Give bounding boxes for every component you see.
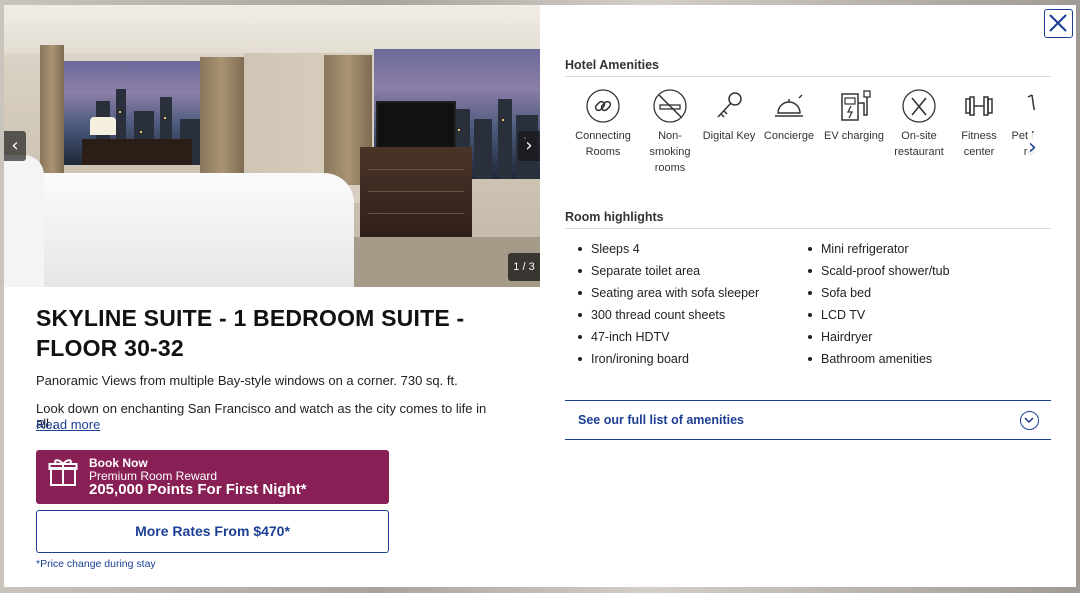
amenity-label: On-site restaurant [894, 130, 944, 158]
price-change-note: *Price change during stay [36, 558, 156, 570]
utensils-icon [902, 89, 936, 123]
amenity-label: EV charging [824, 130, 884, 142]
list-item: Bathroom amenities [806, 351, 950, 373]
list-item: LCD TV [806, 307, 950, 329]
photo-prev-button[interactable]: ‹ [4, 131, 26, 161]
amenity-label: Connecting Rooms [575, 130, 631, 158]
list-item: Separate toilet area [576, 263, 759, 285]
chevron-right-icon: › [1028, 135, 1037, 160]
amenity-label: Concierge [763, 130, 815, 142]
room-subtitle: Panoramic Views from multiple Bay-style … [36, 373, 458, 388]
list-item: 47-inch HDTV [576, 329, 759, 351]
reward-points-label: 205,000 Points For First Night* [89, 481, 307, 498]
dumbbell-icon [965, 96, 993, 116]
full-amenities-toggle[interactable]: See our full list of amenities [565, 400, 1051, 440]
list-item: Mini refrigerator [806, 241, 950, 263]
key-icon [717, 92, 742, 118]
amenity-restaurant: On-site restaurant [888, 89, 950, 160]
room-title: SKYLINE SUITE - 1 BEDROOM SUITE - FLOOR … [36, 305, 465, 361]
book-now-label: Book Now [89, 456, 148, 470]
close-button[interactable] [1044, 9, 1073, 38]
ev-charger-icon [841, 90, 871, 121]
list-item: Iron/ironing board [576, 351, 759, 373]
amenities-next-button[interactable]: › [1028, 133, 1044, 163]
room-photo: ‹ › 1 / 3 [4, 5, 540, 287]
amenity-label: Non-smoking rooms [649, 130, 691, 174]
amenity-fitness: Fitness center [948, 89, 1010, 160]
photo-counter: 1 / 3 [508, 253, 540, 281]
tv [376, 101, 456, 149]
no-smoking-icon [653, 89, 687, 123]
gift-icon [48, 459, 78, 486]
list-item: Seating area with sofa sleeper [576, 285, 759, 307]
amenity-digital-key: Digital Key [698, 89, 760, 144]
amenity-concierge: Concierge [758, 89, 820, 144]
book-now-button[interactable]: Book Now Premium Room Reward 205,000 Poi… [36, 450, 389, 504]
room-details-modal: ‹ › 1 / 3 SKYLINE SUITE - 1 BEDROOM SUIT… [4, 5, 1076, 587]
bell-icon [775, 94, 803, 117]
photo-next-button[interactable]: › [518, 131, 540, 161]
more-rates-button[interactable]: More Rates From $470* [36, 510, 389, 553]
list-item: Scald-proof shower/tub [806, 263, 950, 285]
amenity-label: Fitness center [961, 130, 997, 158]
list-item: Hairdryer [806, 329, 950, 351]
list-item: Sofa bed [806, 285, 950, 307]
amenities-heading: Hotel Amenities [565, 58, 1051, 77]
highlights-list-left: Sleeps 4 Separate toilet area Seating ar… [576, 241, 759, 373]
list-item: 300 thread count sheets [576, 307, 759, 329]
chevron-down-icon [1020, 411, 1039, 430]
amenities-carousel: Connecting Rooms Non-smoking rooms Digit… [565, 89, 1035, 181]
chevron-right-icon: › [525, 135, 533, 156]
chevron-left-icon: ‹ [11, 135, 19, 156]
close-icon [1049, 14, 1067, 32]
read-more-link[interactable]: Read more [36, 417, 100, 432]
dresser [360, 147, 472, 237]
bed [4, 173, 354, 287]
full-amenities-label: See our full list of amenities [578, 413, 745, 427]
link-icon [586, 89, 620, 123]
room-description: Look down on enchanting San Francisco an… [36, 401, 487, 431]
highlights-list-right: Mini refrigerator Scald-proof shower/tub… [806, 241, 950, 373]
pet-icon [1027, 94, 1035, 111]
amenity-ev-charging: EV charging [823, 89, 885, 144]
amenity-connecting-rooms: Connecting Rooms [572, 89, 634, 160]
amenity-label: Digital Key [702, 130, 756, 142]
amenity-non-smoking: Non-smoking rooms [639, 89, 701, 176]
highlights-heading: Room highlights [565, 210, 1051, 229]
list-item: Sleeps 4 [576, 241, 759, 263]
